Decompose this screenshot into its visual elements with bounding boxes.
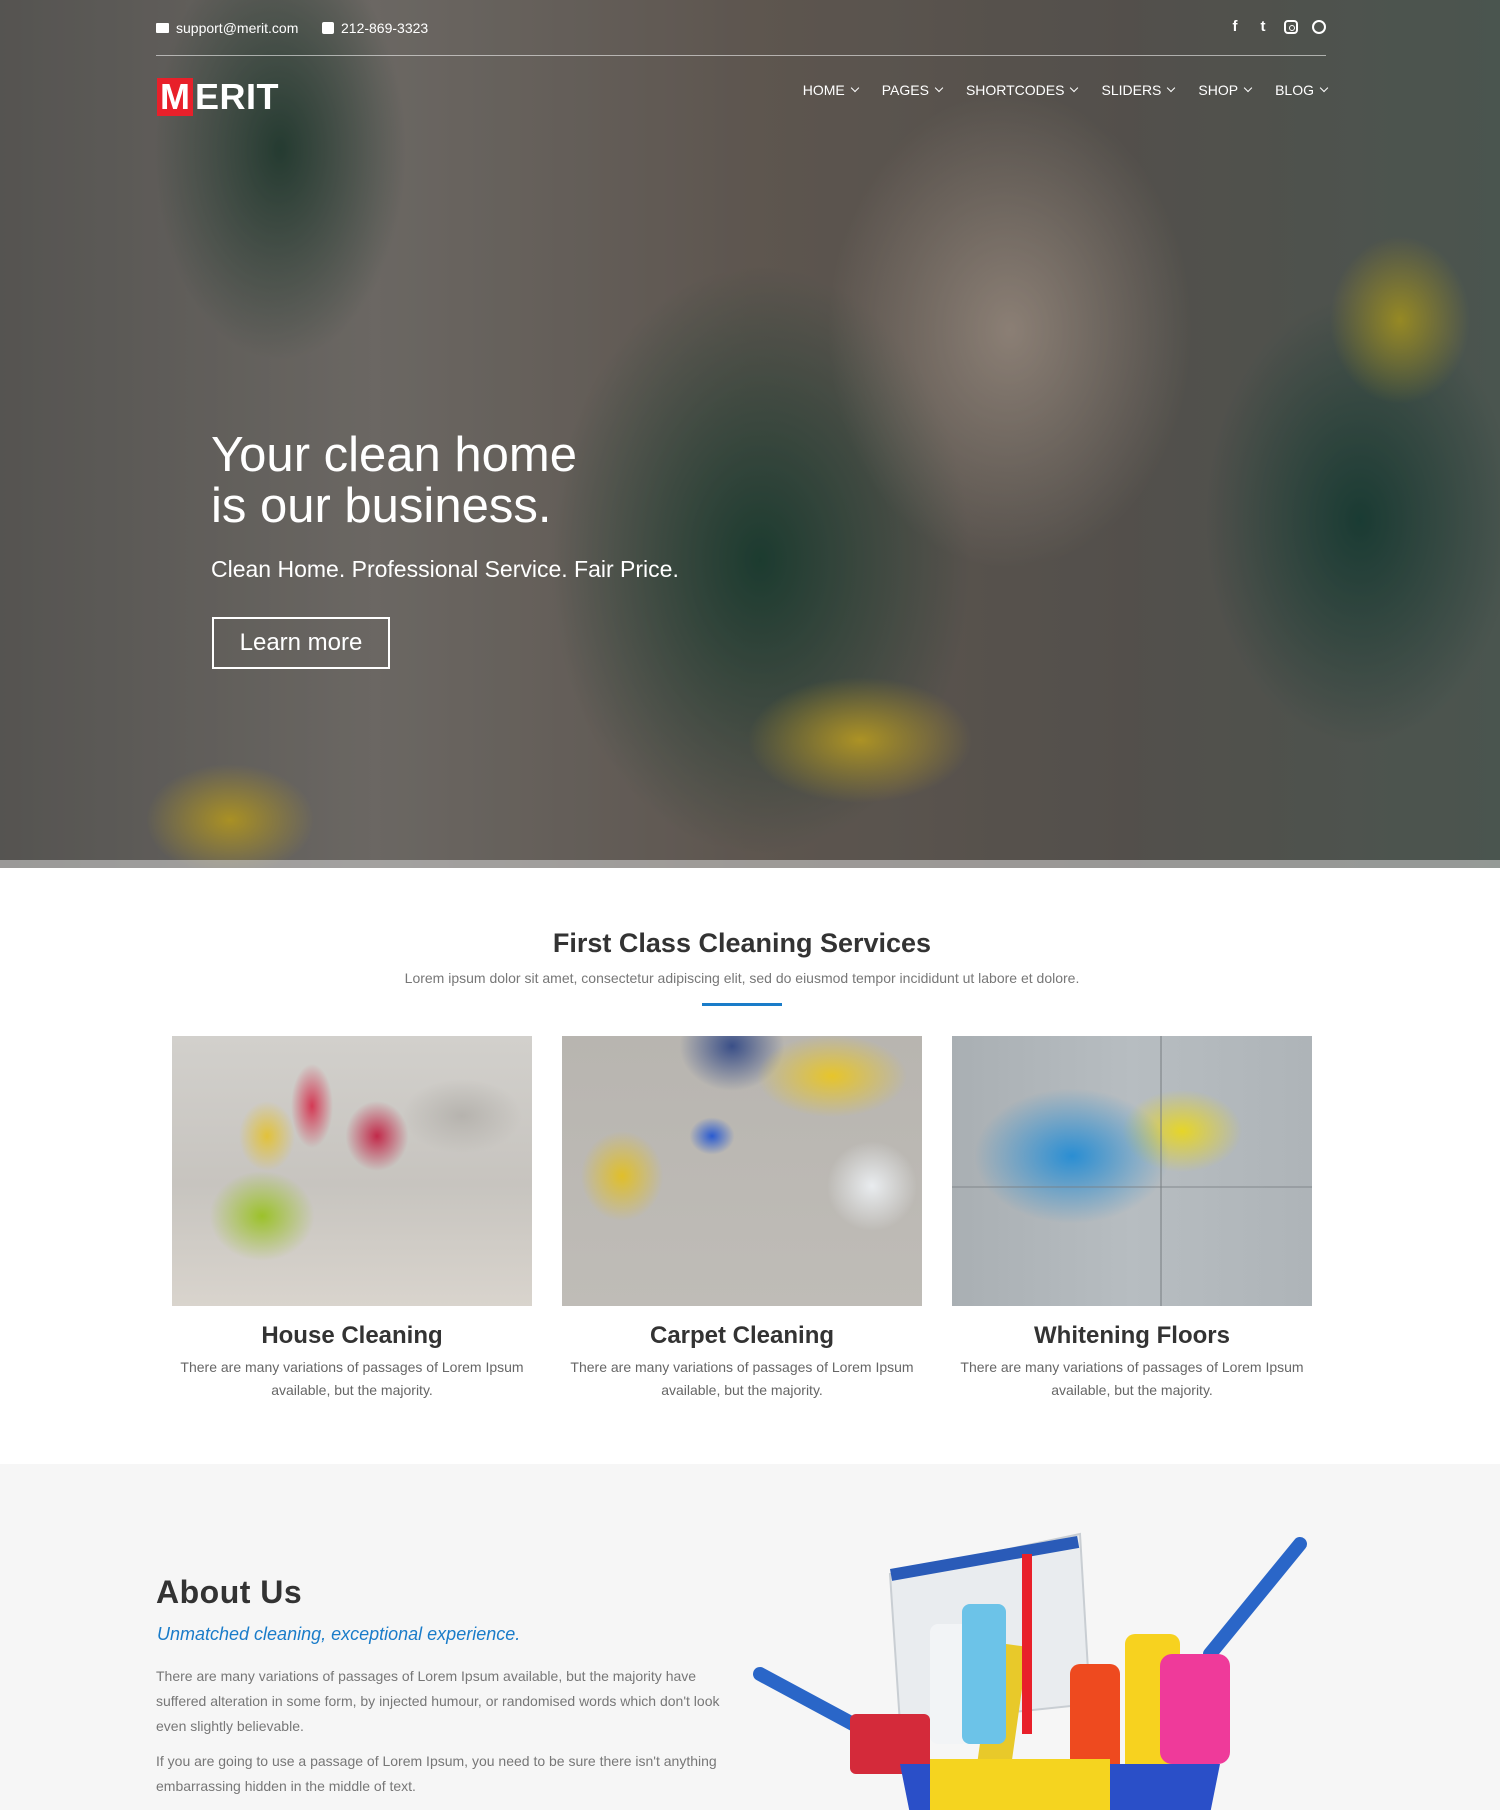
services-title: First Class Cleaning Services (552, 928, 932, 958)
twitter-icon[interactable]: t (1256, 18, 1270, 35)
nav-item-label: BLOG (1275, 82, 1314, 98)
nav-item-blog[interactable]: BLOG (1275, 82, 1329, 98)
about-title: About Us (156, 1574, 303, 1610)
whitening-floors-image[interactable] (952, 1036, 1312, 1306)
logo-text: ERIT (195, 76, 280, 117)
nav-item-shop[interactable]: SHOP (1198, 82, 1253, 98)
about-subtitle: Unmatched cleaning, exceptional experien… (157, 1624, 521, 1644)
nav-item-label: PAGES (881, 82, 929, 98)
section-divider (702, 1003, 782, 1006)
cleaning-bucket-illustration (753, 1532, 1307, 1810)
hero-section: support@merit.com 212-869-3323 f t M ERI… (0, 0, 1500, 868)
chevron-down-icon (1070, 83, 1079, 93)
chevron-down-icon (850, 83, 859, 93)
contact-phone-text[interactable]: 212-869-3323 (341, 20, 428, 36)
nav-item-label: HOME (802, 82, 845, 98)
contact-email[interactable]: support@merit.com (156, 20, 298, 36)
about-paragraph-1: There are many variations of passages of… (156, 1668, 720, 1734)
logo-mark: M (157, 78, 193, 116)
tile-grout-line (1160, 1036, 1162, 1306)
about-paragraph-2: If you are going to use a passage of Lor… (156, 1753, 717, 1794)
carpet-cleaning-image[interactable] (562, 1036, 922, 1306)
hero-subtitle: Clean Home. Professional Service. Fair P… (211, 556, 679, 582)
tile-grout-line (952, 1186, 1312, 1188)
about-section: About Us Unmatched cleaning, exceptional… (0, 1464, 1500, 1810)
nav-item-label: SHORTCODES (965, 82, 1065, 98)
hero-title: Your clean home is our business. (211, 430, 577, 532)
service-card-text: There are many variations of passages of… (570, 1359, 914, 1398)
service-card-title[interactable]: Carpet Cleaning (562, 1322, 922, 1350)
nav-item-sliders[interactable]: SLIDERS (1101, 82, 1176, 98)
phone-icon (322, 22, 334, 34)
main-nav: HOME PAGES SHORTCODES SLIDERS SHOP BLOG (802, 82, 1329, 98)
contact-phone[interactable]: 212-869-3323 (322, 20, 428, 36)
service-card-whitening-floors[interactable]: Whitening Floors There are many variatio… (952, 1036, 1312, 1402)
hero-title-line-2: is our business. (211, 479, 552, 533)
chevron-down-icon (1243, 83, 1253, 93)
nav-item-label: SHOP (1198, 82, 1239, 98)
social-links: f t (1228, 18, 1326, 35)
house-cleaning-image[interactable] (172, 1036, 532, 1306)
site-logo[interactable]: M ERIT (157, 78, 279, 116)
nav-item-shortcodes[interactable]: SHORTCODES (965, 82, 1079, 98)
chevron-down-icon (1167, 83, 1176, 93)
nav-item-label: SLIDERS (1101, 82, 1162, 98)
service-card-text: There are many variations of passages of… (960, 1359, 1304, 1398)
service-card-carpet-cleaning[interactable]: Carpet Cleaning There are many variation… (562, 1036, 922, 1402)
nav-item-home[interactable]: HOME (802, 82, 859, 98)
dribbble-icon[interactable] (1312, 20, 1326, 34)
facebook-icon[interactable]: f (1228, 18, 1242, 35)
envelope-icon (156, 23, 169, 33)
nav-item-pages[interactable]: PAGES (881, 82, 944, 98)
service-card-text: There are many variations of passages of… (180, 1359, 524, 1398)
service-card-title[interactable]: House Cleaning (172, 1322, 532, 1350)
top-bar: support@merit.com 212-869-3323 f t (156, 16, 1326, 56)
hero-divider (0, 860, 1500, 868)
instagram-icon[interactable] (1284, 20, 1298, 34)
chevron-down-icon (934, 83, 944, 93)
service-card-title[interactable]: Whitening Floors (952, 1322, 1312, 1350)
services-subtitle: Lorem ipsum dolor sit amet, consectetur … (404, 970, 1080, 986)
learn-more-button[interactable]: Learn more (212, 617, 390, 669)
service-card-house-cleaning[interactable]: House Cleaning There are many variations… (172, 1036, 532, 1402)
hero-title-line-1: Your clean home (211, 428, 577, 482)
chevron-down-icon (1319, 83, 1329, 93)
cleaning-supplies-image (740, 1514, 1340, 1810)
contact-email-text[interactable]: support@merit.com (176, 20, 298, 36)
